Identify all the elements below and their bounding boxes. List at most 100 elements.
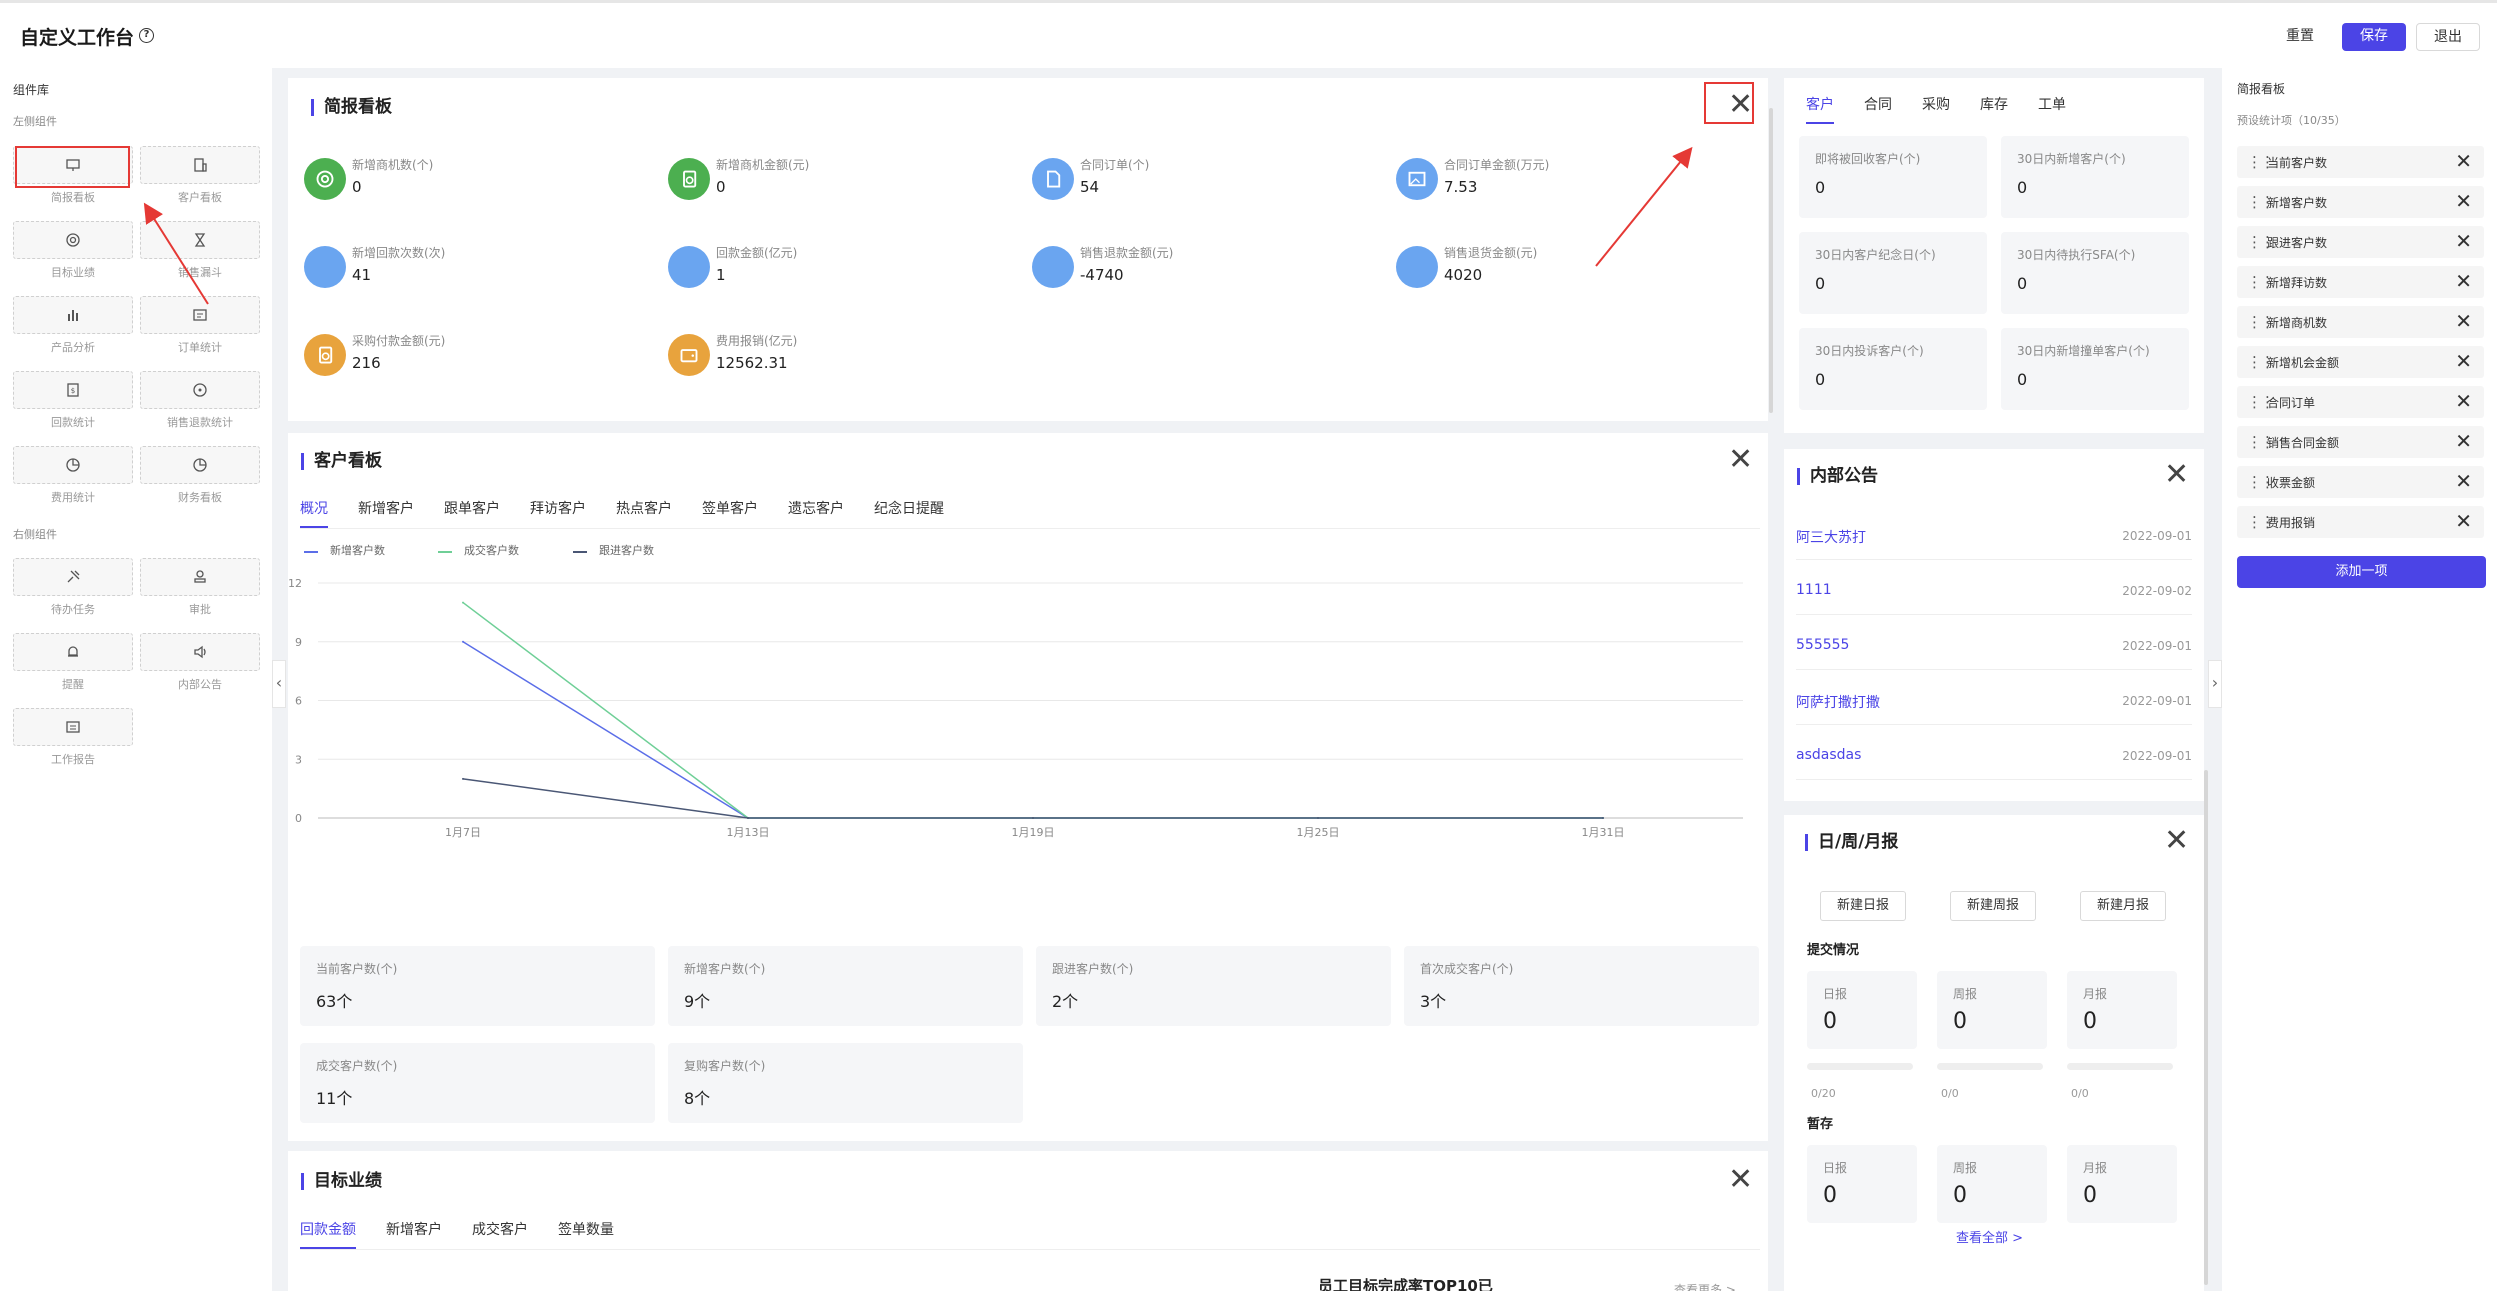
tab-item[interactable]: 跟单客户: [444, 498, 500, 526]
notice-row[interactable]: asdasdas 2022-09-01: [1796, 725, 2192, 780]
order-icon: [193, 309, 207, 321]
component-tile[interactable]: [140, 558, 260, 596]
remove-icon[interactable]: ✕: [2455, 349, 2472, 373]
customer-line-chart: 0 3 6 9 12 1月7日 1月13日 1月19日 1月25日 1月31日: [288, 577, 1743, 839]
notice-link[interactable]: 阿萨打撒打撒: [1796, 692, 1880, 712]
tab-item[interactable]: 纪念日提醒: [874, 498, 944, 526]
component-tile[interactable]: [13, 633, 133, 671]
stat-card: 当前客户数(个) 63个: [300, 946, 655, 1026]
notice-row[interactable]: 1111 2022-09-02: [1796, 560, 2192, 615]
stat-label: 月报: [2083, 1161, 2108, 1175]
scrollbar[interactable]: [1769, 108, 1773, 413]
component-tile[interactable]: $: [13, 371, 133, 409]
tab-item[interactable]: 新增客户: [358, 498, 414, 526]
view-all-link[interactable]: 查看全部 >: [1956, 1227, 2023, 1246]
save-button[interactable]: 保存: [2342, 23, 2406, 51]
stat-value: 0: [1815, 274, 1826, 293]
notice-link[interactable]: asdasdas: [1796, 747, 1861, 763]
config-item[interactable]: ⋮⋮ 新增客户数 ✕: [2237, 186, 2484, 218]
remove-icon[interactable]: ✕: [2455, 189, 2472, 213]
stat-value: 8个: [684, 1089, 711, 1108]
data-point: [1032, 817, 1034, 819]
remove-icon[interactable]: ✕: [2455, 389, 2472, 413]
close-icon[interactable]: ✕: [2164, 460, 2189, 490]
tab-item[interactable]: 概况: [300, 498, 328, 528]
component-tile[interactable]: [140, 371, 260, 409]
scrollbar[interactable]: [2204, 770, 2208, 1285]
config-item[interactable]: ⋮⋮ 费用报销 ✕: [2237, 506, 2484, 538]
config-item-label: 收票金额: [2267, 476, 2316, 490]
exit-button[interactable]: 退出: [2416, 23, 2480, 51]
y-tick-label: 0: [295, 812, 302, 825]
notice-row[interactable]: 阿三大苏打 2022-09-01: [1796, 505, 2192, 560]
tab-item[interactable]: 热点客户: [616, 498, 672, 526]
component-tile[interactable]: [140, 633, 260, 671]
tab-item[interactable]: 签单数量: [558, 1219, 614, 1247]
component-tile[interactable]: [140, 221, 260, 259]
close-icon[interactable]: ✕: [1728, 1165, 1753, 1195]
component-label: 回款统计: [51, 416, 95, 429]
config-item[interactable]: ⋮⋮ 跟进客户数 ✕: [2237, 226, 2484, 258]
remove-icon[interactable]: ✕: [2455, 149, 2472, 173]
tab-item[interactable]: 签单客户: [702, 498, 758, 526]
view-more-link[interactable]: 查看更多 >: [1674, 1281, 1736, 1291]
tab-item[interactable]: 工单: [2038, 94, 2066, 122]
notice-link[interactable]: 阿三大苏打: [1796, 527, 1866, 547]
stat-value: -4740: [1080, 266, 1124, 284]
component-library: 组件库 左侧组件 右侧组件 简报看板 客户看板 目标业绩 销售漏斗 产品分析 订单统计 $ 回…: [0, 68, 272, 1291]
component-tile[interactable]: [140, 296, 260, 334]
tab-item[interactable]: 库存: [1980, 94, 2008, 122]
remove-icon[interactable]: ✕: [2455, 429, 2472, 453]
collapse-left-handle[interactable]: ‹: [272, 660, 286, 708]
remove-icon[interactable]: ✕: [2455, 509, 2472, 533]
component-tile[interactable]: [13, 558, 133, 596]
tab-item[interactable]: 采购: [1922, 94, 1950, 122]
tab-item[interactable]: 回款金额: [300, 1219, 356, 1249]
stat-value: 12562.31: [716, 354, 788, 372]
config-item[interactable]: ⋮⋮ 新增拜访数 ✕: [2237, 266, 2484, 298]
component-label: 订单统计: [178, 341, 222, 354]
notice-date: 2022-09-01: [2122, 694, 2192, 708]
collapse-right-handle[interactable]: ›: [2208, 660, 2222, 708]
notice-link[interactable]: 1111: [1796, 582, 1832, 598]
tab-item[interactable]: 新增客户: [386, 1219, 442, 1247]
tab-item[interactable]: 成交客户: [472, 1219, 528, 1247]
component-tile[interactable]: [140, 146, 260, 184]
progress-ratio: 0/20: [1811, 1087, 1836, 1100]
remove-icon[interactable]: ✕: [2455, 229, 2472, 253]
new-report-button[interactable]: 新建月报: [2080, 891, 2166, 921]
add-item-button[interactable]: 添加一项: [2237, 556, 2486, 588]
series-line: [462, 641, 1603, 819]
close-icon[interactable]: ✕: [2164, 826, 2189, 856]
remove-icon[interactable]: ✕: [2455, 269, 2472, 293]
tab-item[interactable]: 遗忘客户: [788, 498, 844, 526]
component-tile[interactable]: [13, 296, 133, 334]
component-tile[interactable]: [13, 446, 133, 484]
notice-link[interactable]: 555555: [1796, 637, 1849, 653]
tab-item[interactable]: 客户: [1806, 94, 1834, 124]
config-item[interactable]: ⋮⋮ 当前客户数 ✕: [2237, 146, 2484, 178]
config-item[interactable]: ⋮⋮ 收票金额 ✕: [2237, 466, 2484, 498]
remove-icon[interactable]: ✕: [2455, 309, 2472, 333]
reset-button[interactable]: 重置: [2272, 23, 2328, 51]
config-item[interactable]: ⋮⋮ 新增机会金额 ✕: [2237, 346, 2484, 378]
tab-item[interactable]: 拜访客户: [530, 498, 586, 526]
config-item[interactable]: ⋮⋮ 合同订单 ✕: [2237, 386, 2484, 418]
notice-row[interactable]: 阿萨打撒打撒 2022-09-01: [1796, 670, 2192, 725]
image-icon: [1408, 171, 1426, 187]
config-item[interactable]: ⋮⋮ 新增商机数 ✕: [2237, 306, 2484, 338]
config-item[interactable]: ⋮⋮ 销售合同金额 ✕: [2237, 426, 2484, 458]
help-circle-icon[interactable]: ?: [139, 28, 154, 43]
stat-value: 216: [352, 354, 381, 372]
new-report-button[interactable]: 新建周报: [1950, 891, 2036, 921]
notice-row[interactable]: 555555 2022-09-01: [1796, 615, 2192, 670]
component-tile[interactable]: [13, 708, 133, 746]
new-report-button[interactable]: 新建日报: [1820, 891, 1906, 921]
remove-icon[interactable]: ✕: [2455, 469, 2472, 493]
stat-label: 即将被回收客户(个): [1815, 152, 1921, 166]
page-title: 自定义工作台: [20, 27, 135, 49]
component-tile[interactable]: [13, 221, 133, 259]
tab-item[interactable]: 合同: [1864, 94, 1892, 122]
component-tile[interactable]: [140, 446, 260, 484]
close-icon[interactable]: ✕: [1728, 445, 1753, 475]
